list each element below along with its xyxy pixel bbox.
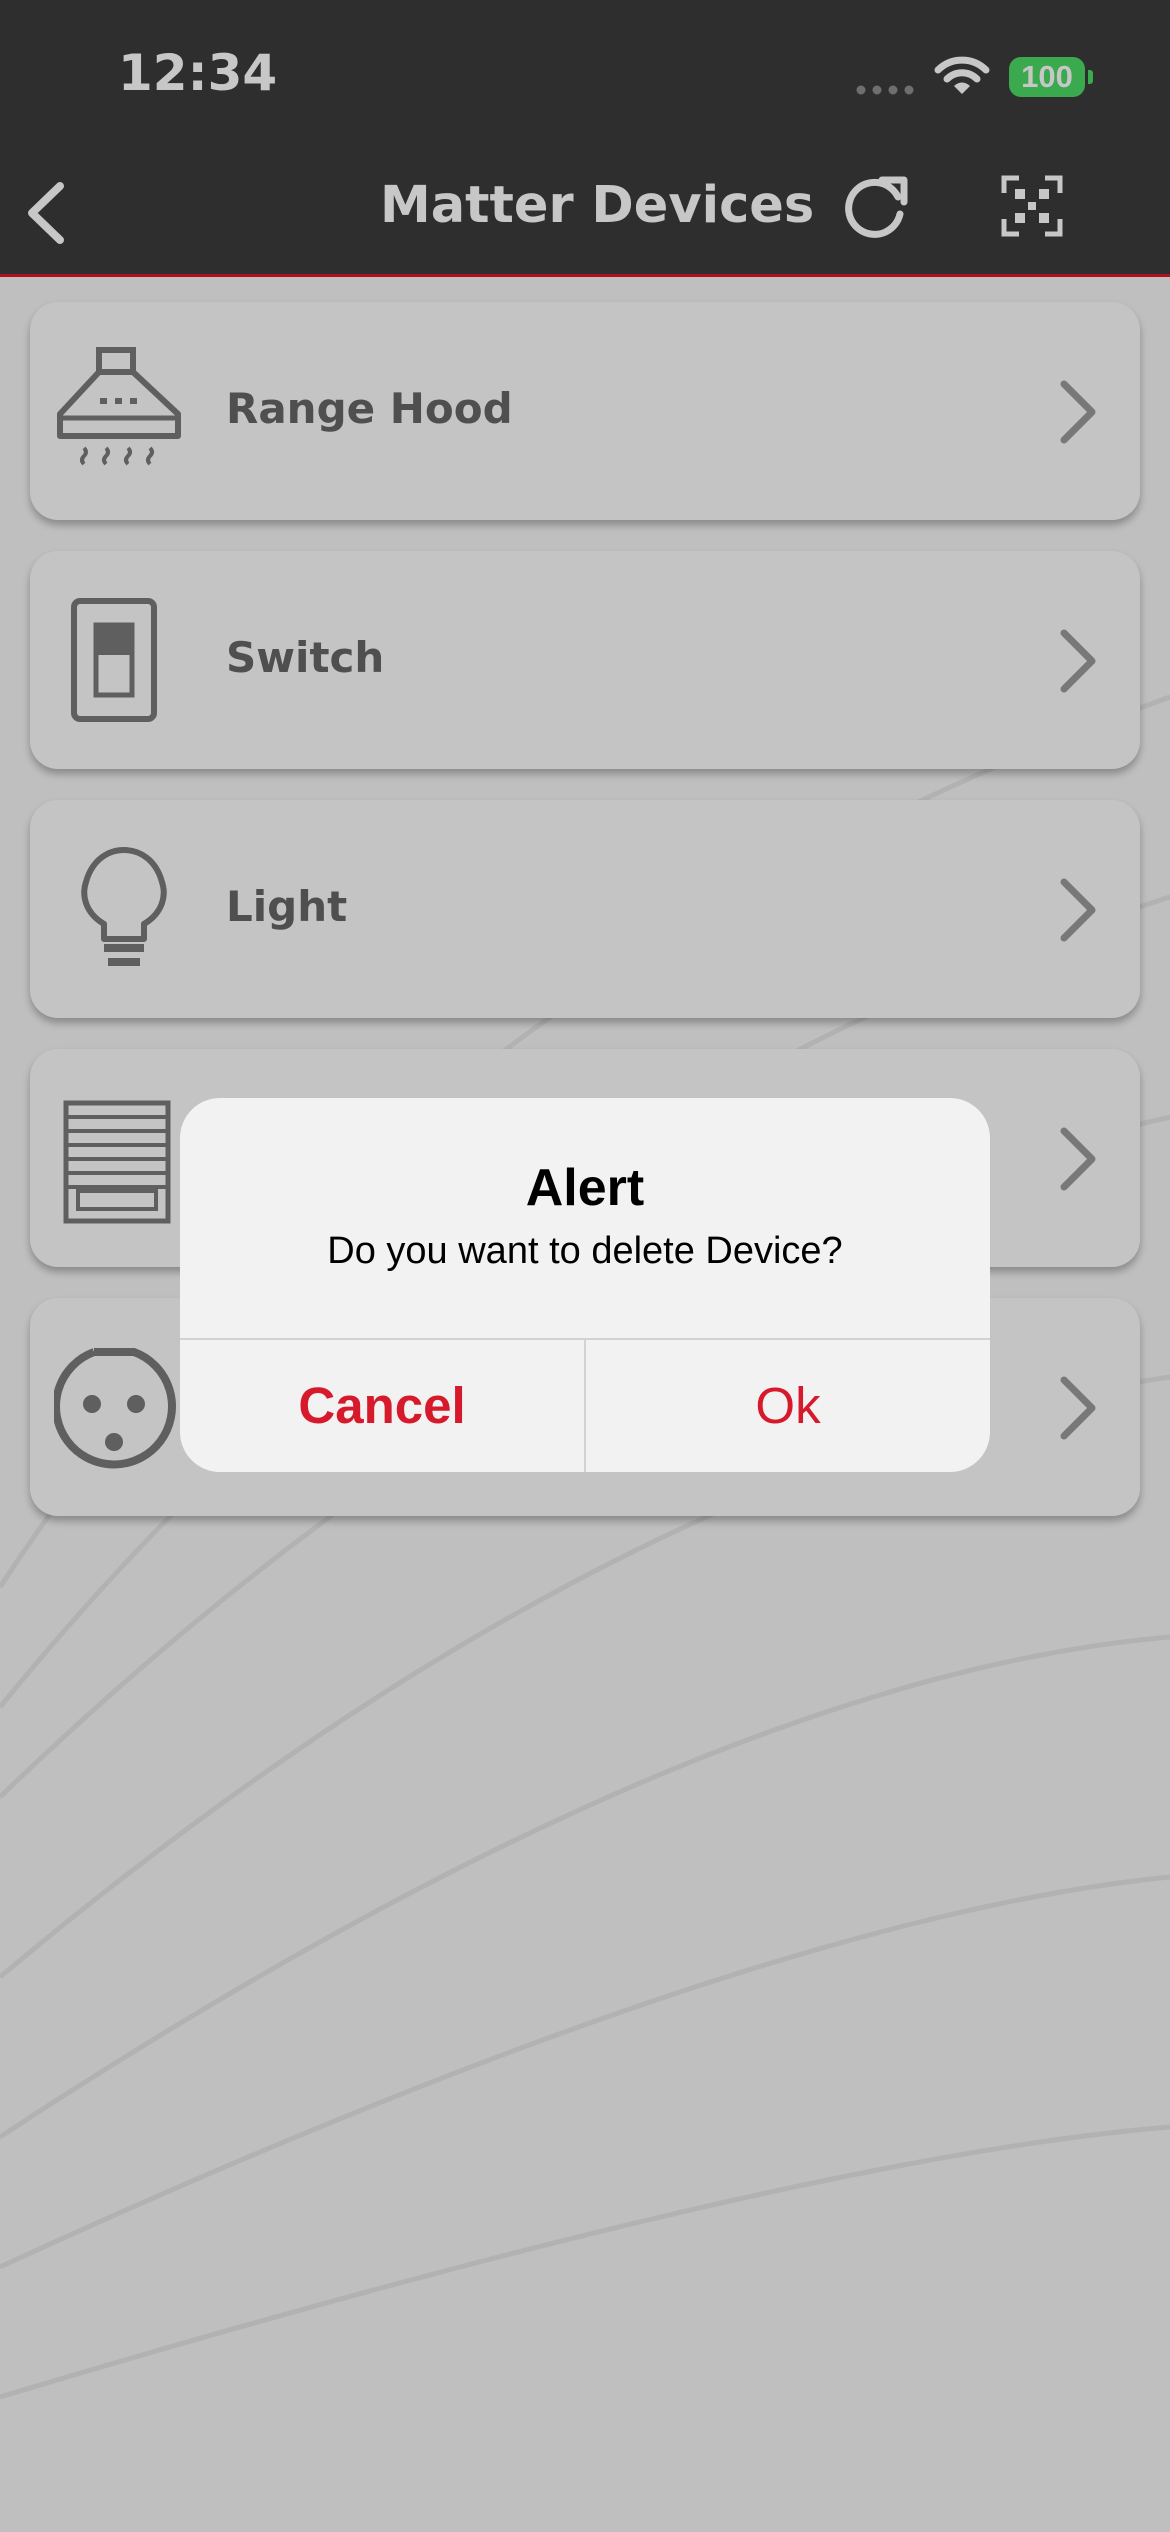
- ok-button[interactable]: Ok: [586, 1340, 990, 1472]
- alert-title: Alert: [525, 1159, 645, 1217]
- cancel-button[interactable]: Cancel: [180, 1340, 584, 1472]
- alert-dialog: Alert Do you want to delete Device? Canc…: [180, 1098, 990, 1472]
- alert-message: Do you want to delete Device?: [327, 1230, 843, 1272]
